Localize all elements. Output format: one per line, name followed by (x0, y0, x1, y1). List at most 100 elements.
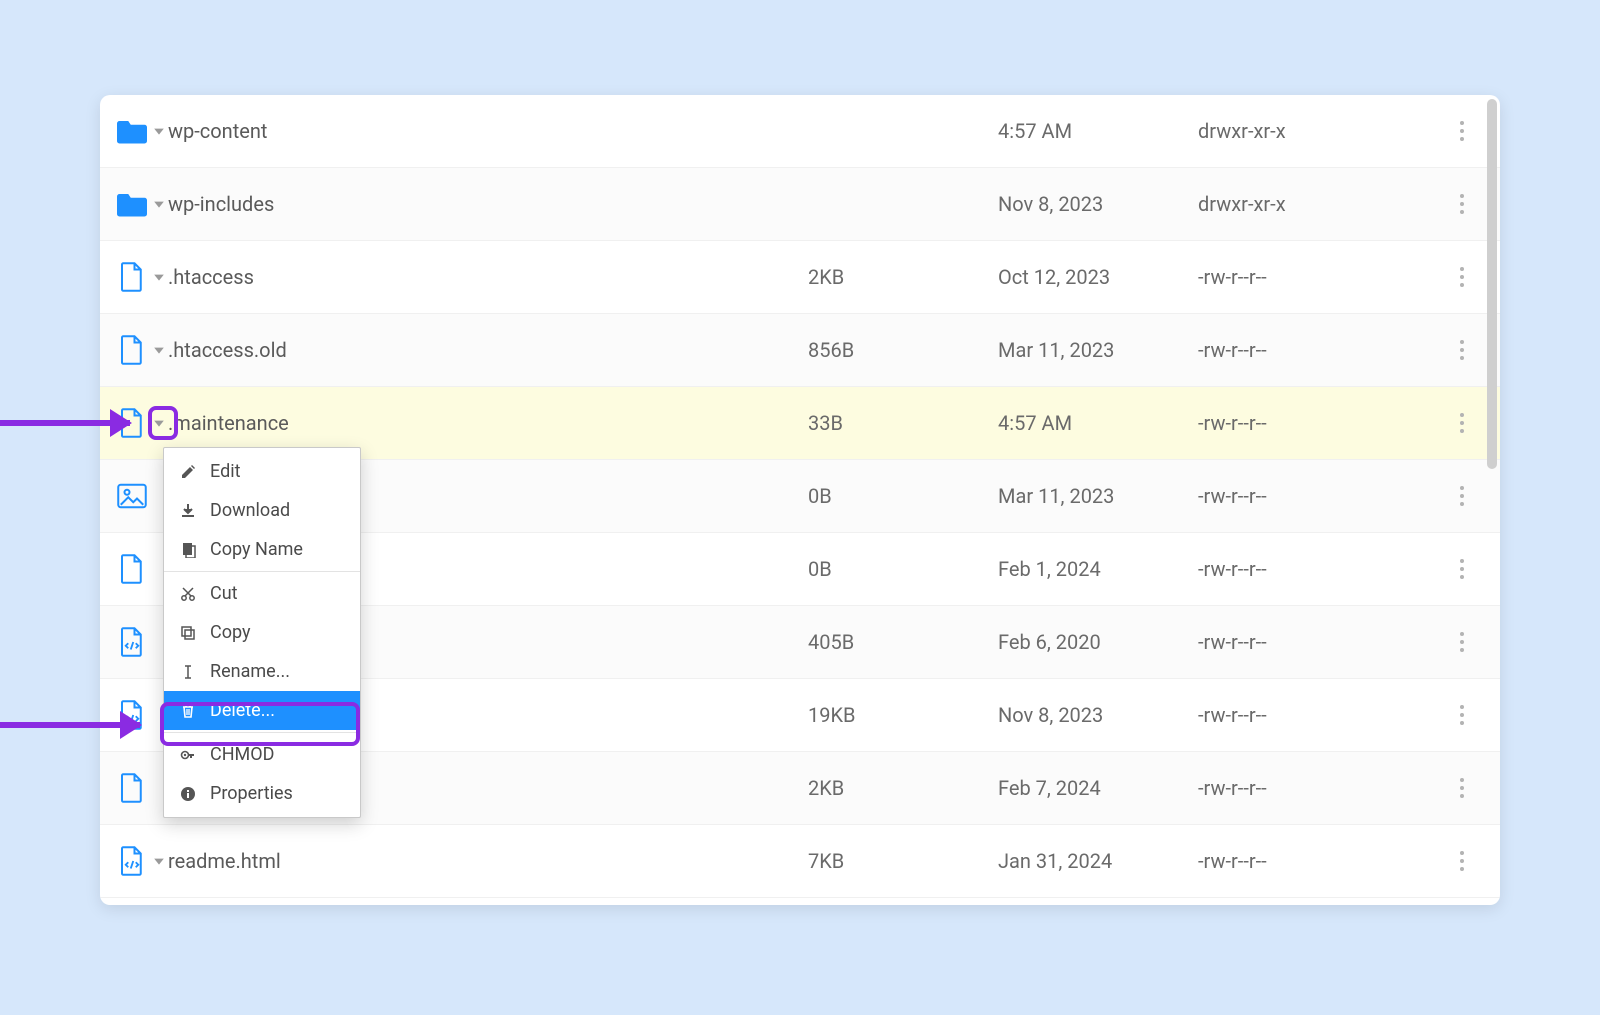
file-date: Oct 12, 2023 (998, 265, 1198, 289)
file-date: 4:57 AM (998, 119, 1198, 143)
download-icon (178, 503, 198, 519)
code-file-icon (114, 627, 150, 657)
rename-icon (178, 664, 198, 680)
folder-icon (114, 118, 150, 144)
row-actions-button[interactable] (1460, 486, 1464, 506)
row-actions-button[interactable] (1460, 194, 1464, 214)
menu-label: Rename... (210, 661, 290, 682)
folder-icon (114, 191, 150, 217)
row-caret[interactable] (150, 198, 168, 210)
menu-copy[interactable]: Copy (164, 613, 360, 652)
file-name[interactable]: .htaccess.old (168, 338, 808, 362)
file-size: 19KB (808, 703, 998, 727)
menu-label: Delete... (210, 700, 275, 721)
chmod-icon (178, 747, 198, 763)
scrollbar-thumb[interactable] (1487, 99, 1497, 469)
row-actions-button[interactable] (1460, 413, 1464, 433)
row-actions-button[interactable] (1460, 559, 1464, 579)
file-date: Jan 31, 2024 (998, 849, 1198, 873)
delete-icon (178, 703, 198, 719)
file-size: 0B (808, 484, 998, 508)
menu-rename[interactable]: Rename... (164, 652, 360, 691)
file-row[interactable]: wp-includes Nov 8, 2023 drwxr-xr-x (100, 168, 1500, 241)
file-permissions: -rw-r--r-- (1198, 338, 1398, 362)
file-icon (114, 335, 150, 365)
row-caret[interactable] (150, 271, 168, 283)
menu-delete[interactable]: Delete... (164, 691, 360, 730)
image-file-icon (114, 483, 150, 509)
file-date: Mar 11, 2023 (998, 338, 1198, 362)
row-actions-button[interactable] (1460, 121, 1464, 141)
file-icon (114, 262, 150, 292)
row-actions-button[interactable] (1460, 851, 1464, 871)
file-name[interactable]: readme.html (168, 849, 808, 873)
file-row[interactable]: wp-content 4:57 AM drwxr-xr-x (100, 95, 1500, 168)
row-actions-button[interactable] (1460, 340, 1464, 360)
file-date: 4:57 AM (998, 411, 1198, 435)
file-row[interactable]: readme.html 7KB Jan 31, 2024 -rw-r--r-- (100, 825, 1500, 898)
row-actions-button[interactable] (1460, 632, 1464, 652)
row-actions-button[interactable] (1460, 267, 1464, 287)
context-menu: Edit Download Copy Name Cut Copy Rename.… (163, 447, 361, 818)
menu-properties[interactable]: Properties (164, 774, 360, 813)
annotation-arrow (0, 722, 140, 728)
row-caret[interactable] (150, 417, 168, 429)
file-permissions: -rw-r--r-- (1198, 703, 1398, 727)
menu-edit[interactable]: Edit (164, 452, 360, 491)
file-name[interactable]: wp-includes (168, 192, 808, 216)
menu-label: Properties (210, 783, 293, 804)
file-icon (114, 773, 150, 803)
menu-separator (164, 571, 360, 572)
file-row[interactable]: .htaccess.old 856B Mar 11, 2023 -rw-r--r… (100, 314, 1500, 387)
menu-label: Cut (210, 583, 238, 604)
code-file-icon (114, 846, 150, 876)
menu-label: Copy (210, 622, 251, 643)
file-permissions: -rw-r--r-- (1198, 557, 1398, 581)
file-date: Mar 11, 2023 (998, 484, 1198, 508)
menu-copy-name[interactable]: Copy Name (164, 530, 360, 569)
row-caret[interactable] (150, 344, 168, 356)
file-size: 2KB (808, 776, 998, 800)
menu-label: Copy Name (210, 539, 303, 560)
file-size: 0B (808, 557, 998, 581)
menu-separator (164, 732, 360, 733)
row-caret[interactable] (150, 125, 168, 137)
file-date: Feb 7, 2024 (998, 776, 1198, 800)
file-size: 2KB (808, 265, 998, 289)
copy-name-icon (178, 542, 198, 558)
menu-chmod[interactable]: CHMOD (164, 735, 360, 774)
file-permissions: -rw-r--r-- (1198, 776, 1398, 800)
copy-icon (178, 625, 198, 641)
menu-label: Edit (210, 461, 240, 482)
menu-cut[interactable]: Cut (164, 574, 360, 613)
file-permissions: -rw-r--r-- (1198, 265, 1398, 289)
file-size: 405B (808, 630, 998, 654)
annotation-arrow (0, 420, 130, 426)
file-permissions: -rw-r--r-- (1198, 849, 1398, 873)
row-actions-button[interactable] (1460, 778, 1464, 798)
menu-label: CHMOD (210, 744, 274, 765)
cut-icon (178, 586, 198, 602)
menu-label: Download (210, 500, 290, 521)
file-permissions: -rw-r--r-- (1198, 411, 1398, 435)
file-name[interactable]: .maintenance (168, 411, 808, 435)
file-icon (114, 554, 150, 584)
info-icon (178, 786, 198, 802)
edit-icon (178, 464, 198, 480)
file-permissions: drwxr-xr-x (1198, 119, 1398, 143)
row-caret[interactable] (150, 855, 168, 867)
file-size: 856B (808, 338, 998, 362)
menu-download[interactable]: Download (164, 491, 360, 530)
file-date: Feb 6, 2020 (998, 630, 1198, 654)
file-date: Nov 8, 2023 (998, 192, 1198, 216)
file-row[interactable]: .htaccess 2KB Oct 12, 2023 -rw-r--r-- (100, 241, 1500, 314)
file-date: Nov 8, 2023 (998, 703, 1198, 727)
file-name[interactable]: wp-content (168, 119, 808, 143)
file-date: Feb 1, 2024 (998, 557, 1198, 581)
file-size: 7KB (808, 849, 998, 873)
file-permissions: -rw-r--r-- (1198, 484, 1398, 508)
file-permissions: -rw-r--r-- (1198, 630, 1398, 654)
row-actions-button[interactable] (1460, 705, 1464, 725)
file-name[interactable]: .htaccess (168, 265, 808, 289)
file-size: 33B (808, 411, 998, 435)
